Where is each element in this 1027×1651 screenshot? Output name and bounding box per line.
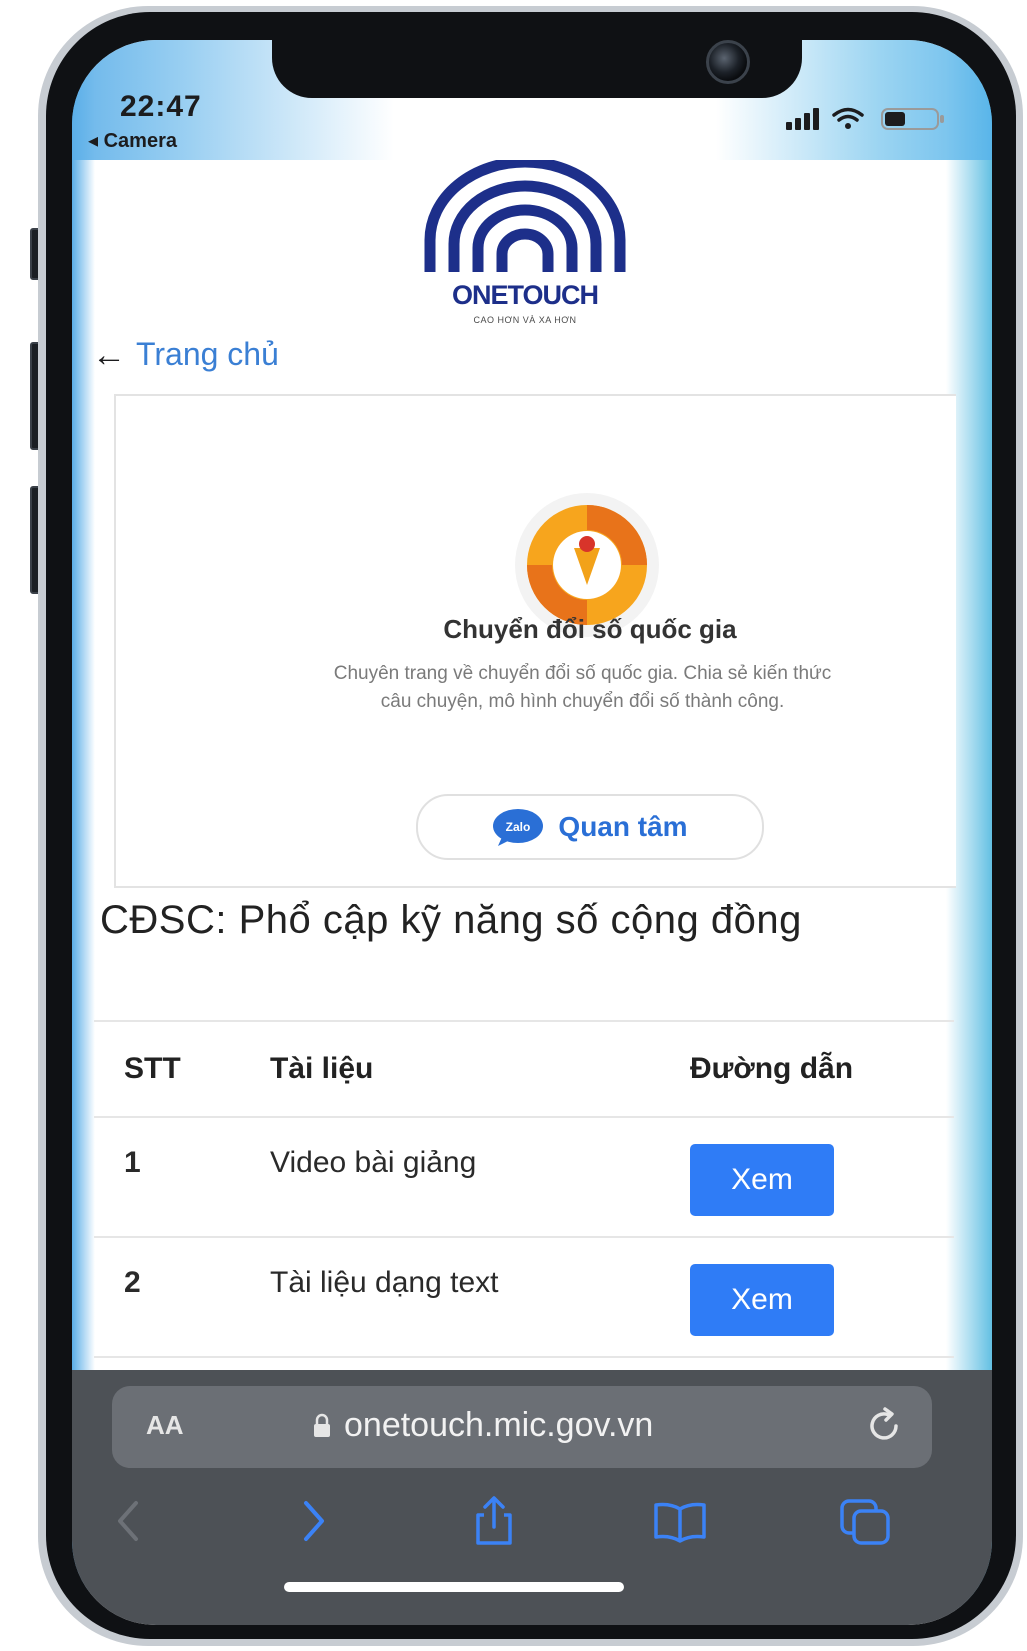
status-time: 22:47 — [120, 90, 202, 123]
bookmarks-icon[interactable] — [650, 1493, 710, 1549]
card-description-line-1: Chuyên trang về chuyển đổi số quốc gia. … — [333, 663, 832, 684]
card-description-line-2: câu chuyện, mô hình chuyển đổi số thành … — [380, 691, 785, 712]
home-indicator[interactable] — [284, 1582, 624, 1592]
address-bar[interactable]: AA onetouch.mic.gov.vn — [112, 1386, 932, 1468]
lock-icon — [314, 1413, 330, 1437]
card-title: Chuyển đổi số quốc gia — [443, 614, 737, 644]
forward-chevron-icon[interactable] — [284, 1493, 344, 1549]
status-icons — [786, 107, 944, 130]
follow-button[interactable]: Zalo Quan tâm — [416, 794, 764, 860]
header-stt: STT — [124, 1052, 181, 1085]
zalo-chat-icon: Zalo — [493, 809, 544, 846]
view-button[interactable]: Xem — [690, 1264, 834, 1336]
row-document: Video bài giảng — [270, 1146, 477, 1179]
follow-button-label: Quan tâm — [558, 811, 688, 842]
view-button[interactable]: Xem — [690, 1144, 834, 1216]
header-link: Đường dẫn — [690, 1052, 854, 1085]
reload-icon[interactable] — [864, 1406, 904, 1446]
reader-settings-button[interactable]: AA — [146, 1410, 184, 1441]
documents-table: STT Tài liệu Đường dẫn 1 Video bài giảng… — [94, 1020, 954, 1368]
logo-wordmark: ONETOUCH — [451, 280, 599, 310]
back-link[interactable]: ← Trang chủ — [92, 336, 279, 373]
table-row: 1 Video bài giảng Xem — [94, 1116, 954, 1236]
zalo-icon-text: Zalo — [506, 820, 531, 834]
front-camera — [706, 40, 750, 84]
cellular-signal-icon — [786, 108, 819, 130]
page: 22:47 ◂ Camera ONETOUCH CAO HƠN VÀ XA HƠ — [0, 0, 1027, 1651]
wifi-icon — [832, 107, 864, 129]
card-description: Chuyên trang về chuyển đổi số quốc gia. … — [210, 660, 955, 716]
arrow-left-icon: ← — [92, 335, 126, 374]
row-stt: 1 — [124, 1146, 141, 1179]
back-chevron-icon[interactable] — [100, 1493, 160, 1549]
tabs-icon[interactable] — [836, 1493, 896, 1549]
back-link-label: Trang chủ — [136, 336, 279, 372]
table-row: 2 Tài liệu dạng text Xem — [94, 1236, 954, 1356]
table-header-row: STT Tài liệu Đường dẫn — [94, 1020, 954, 1116]
row-document: Tài liệu dạng text — [270, 1266, 499, 1299]
section-heading: CĐSC: Phổ cập kỹ năng số cộng đồng — [100, 898, 802, 942]
logo-tagline: CAO HƠN VÀ XA HƠN — [473, 315, 577, 325]
table-divider — [94, 1356, 954, 1368]
browser-toolbar — [72, 1485, 992, 1555]
back-to-app-link[interactable]: ◂ Camera — [88, 128, 177, 153]
battery-icon — [881, 108, 944, 130]
header-document: Tài liệu — [270, 1052, 374, 1085]
row-stt: 2 — [124, 1266, 141, 1299]
url-display[interactable]: onetouch.mic.gov.vn — [312, 1406, 653, 1445]
share-icon[interactable] — [464, 1493, 524, 1549]
url-text: onetouch.mic.gov.vn — [344, 1406, 654, 1444]
